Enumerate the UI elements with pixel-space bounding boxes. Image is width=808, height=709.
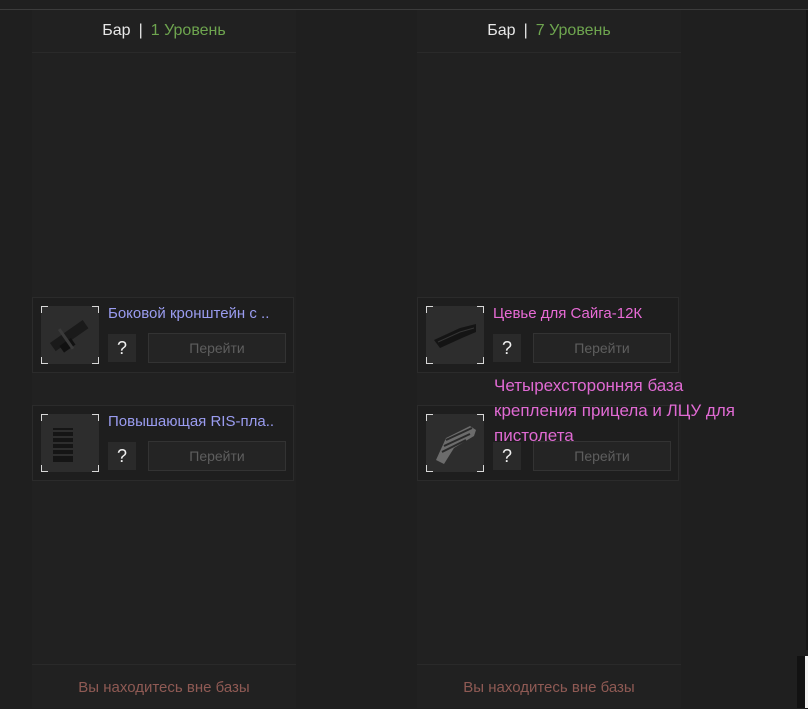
go-button[interactable]: Перейти <box>148 441 286 471</box>
column-header: Бар | 1 Уровень <box>32 10 296 53</box>
edge-strip <box>797 656 805 708</box>
item-title[interactable]: Цевье для Сайга-12К <box>493 305 673 322</box>
station-name: Бар <box>102 22 131 39</box>
help-button[interactable]: ? <box>493 334 521 362</box>
column-bar-level-7: Бар | 7 Уровень Цевье для Сайга-12К ? Пе… <box>417 10 681 708</box>
item-title[interactable]: Повышающая RIS-пла.. <box>108 413 288 430</box>
header-separator: | <box>523 22 528 39</box>
out-of-base-status: Вы находитесь вне базы <box>417 664 681 709</box>
column-bar-level-1: Бар | 1 Уровень Боковой кронштейн с .. ?… <box>32 10 296 708</box>
item-title[interactable]: Боковой кронштейн с .. <box>108 305 288 322</box>
station-level: 7 Уровень <box>535 22 611 39</box>
station-name: Бар <box>487 22 516 39</box>
trader-requirements-window: Бар | 1 Уровень Боковой кронштейн с .. ?… <box>0 0 808 708</box>
item-card: Цевье для Сайга-12К ? Перейти <box>417 297 679 373</box>
item-card: Повышающая RIS-пла.. ? Перейти <box>32 405 294 481</box>
out-of-base-status: Вы находитесь вне базы <box>32 664 296 709</box>
help-button[interactable]: ? <box>108 442 136 470</box>
side-mount-icon[interactable] <box>41 306 99 364</box>
handguard-icon[interactable] <box>426 306 484 364</box>
station-level: 1 Уровень <box>150 22 226 39</box>
pistol-mount-icon[interactable] <box>426 414 484 472</box>
ris-rail-icon[interactable] <box>41 414 99 472</box>
header-separator: | <box>138 22 143 39</box>
go-button[interactable]: Перейти <box>533 333 671 363</box>
go-button[interactable]: Перейти <box>148 333 286 363</box>
item-card: Боковой кронштейн с .. ? Перейти <box>32 297 294 373</box>
column-header: Бар | 7 Уровень <box>417 10 681 53</box>
help-button[interactable]: ? <box>108 334 136 362</box>
item-tooltip: Четырехсторонняя база крепления прицела … <box>494 376 735 445</box>
